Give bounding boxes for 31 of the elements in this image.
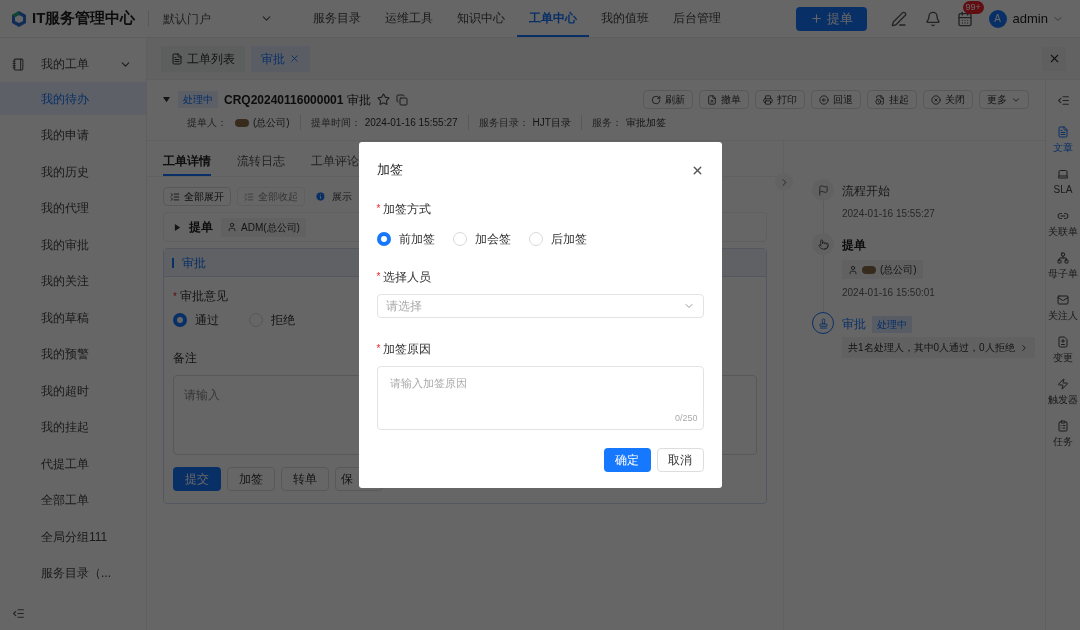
section-title: 提单 [189,219,213,236]
char-counter: 0/250 [674,412,698,426]
app-title: IT服务管理中心 [32,8,136,29]
meta-value: 审批加签 [625,116,666,130]
dialog-title: 加签 [376,161,403,180]
meta-label: 服务： [591,116,622,130]
meta-value: (总公司) [253,116,290,130]
field-label: 加签方式 [383,200,432,218]
timeline-title: 审批 [842,316,866,333]
timeline-time: 2024-01-16 15:50:01 [842,286,935,300]
required-mark: * [173,289,177,304]
timeline-title: 流程开始 [842,183,890,200]
field-label: 加签原因 [383,340,432,358]
ticket-title: 审批 [347,91,372,109]
person-chip: (总公司) [842,260,923,279]
required-mark: * [376,202,381,217]
meta-value: HJT目录 [532,116,571,130]
section-title: 审批 [182,254,206,272]
required-mark: * [376,270,381,285]
status-tag: 处理中 [178,91,218,108]
timeline-title: 提单 [842,237,866,254]
count-badge: 99+ [962,0,984,14]
field-label: 选择人员 [383,268,432,286]
field-label: 审批意见 [179,288,228,305]
person-chip: ADM(总公司) [221,217,306,237]
timeline-time: 2024-01-16 15:55:27 [842,207,935,221]
info-text: 展示 [332,190,352,204]
ticket-number: CRQ20240116000001 [224,91,344,109]
meta-value: 2024-01-16 15:55:27 [364,116,458,130]
status-tag: 处理中 [872,315,912,333]
required-mark: * [376,342,381,357]
